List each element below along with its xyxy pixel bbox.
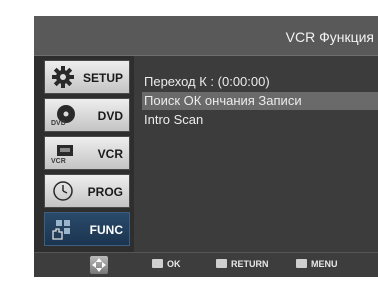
osd-screen: VCR Функция SETUP DVD DVD VCR VCR PROG F… <box>34 16 378 277</box>
ok-hint-label: OK <box>167 259 181 269</box>
func-icon <box>52 220 70 240</box>
menu-item-end-search[interactable]: Поиск ОК ончания Записи <box>144 93 302 108</box>
tab-dvd-label: DVD <box>97 109 123 123</box>
clock-icon <box>53 181 73 201</box>
tab-vcr-label: VCR <box>97 147 123 161</box>
tab-func-label: FUNC <box>89 223 123 237</box>
title-bar: VCR Функция <box>34 16 378 56</box>
return-button-icon <box>216 259 227 268</box>
menu-hint-label: MENU <box>311 259 338 269</box>
tab-func[interactable]: FUNC <box>44 212 130 246</box>
sidebar: SETUP DVD DVD VCR VCR PROG FUNC <box>34 56 130 252</box>
tab-prog[interactable]: PROG <box>44 174 130 208</box>
menu-button-icon <box>296 259 307 268</box>
return-hint: RETURN <box>216 259 269 269</box>
dvd-badge: DVD <box>51 120 66 127</box>
vcr-badge: VCR <box>51 158 66 165</box>
nav-pad-icon <box>90 256 108 274</box>
menu-hint: MENU <box>296 259 338 269</box>
tab-dvd[interactable]: DVD DVD <box>44 98 130 132</box>
ok-hint: OK <box>152 259 181 269</box>
tab-setup[interactable]: SETUP <box>44 60 130 94</box>
return-hint-label: RETURN <box>231 259 269 269</box>
gear-icon <box>52 66 74 88</box>
dvd-icon: DVD <box>51 105 75 127</box>
menu-item-goto[interactable]: Переход К : (0:00:00) <box>144 74 270 89</box>
vcr-icon: VCR <box>51 145 73 165</box>
tab-vcr[interactable]: VCR VCR <box>44 136 130 170</box>
page-title: VCR Функция <box>285 29 374 45</box>
menu-panel: Переход К : (0:00:00) Поиск ОК ончания З… <box>134 56 378 252</box>
tab-setup-label: SETUP <box>82 71 123 85</box>
menu-item-intro-scan[interactable]: Intro Scan <box>144 112 203 127</box>
tab-prog-label: PROG <box>87 185 123 199</box>
ok-button-icon <box>152 259 163 268</box>
footer-bar: OK RETURN MENU <box>34 252 378 277</box>
